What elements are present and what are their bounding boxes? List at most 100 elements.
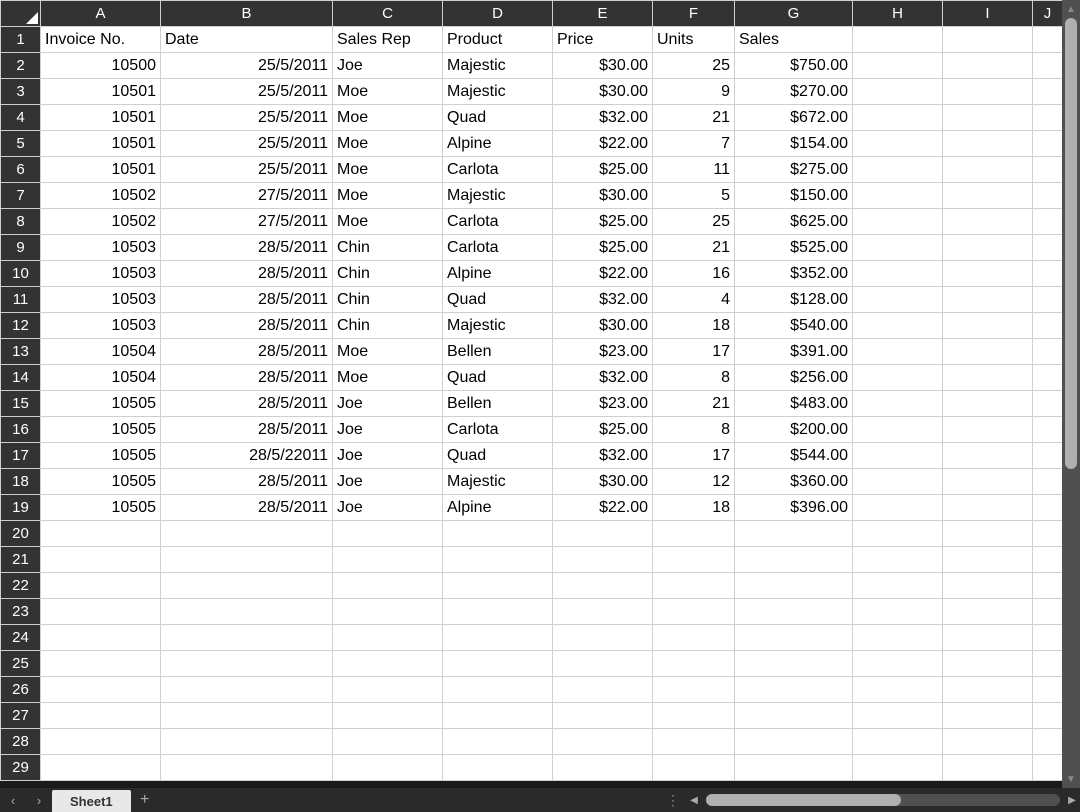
cell-A27[interactable] (41, 703, 161, 729)
cell-B1[interactable]: Date (161, 27, 333, 53)
cell-F21[interactable] (653, 547, 735, 573)
cell-F14[interactable]: 8 (653, 365, 735, 391)
cell-A1[interactable]: Invoice No. (41, 27, 161, 53)
row-header-2[interactable]: 2 (1, 53, 41, 79)
cell-A20[interactable] (41, 521, 161, 547)
vertical-scrollbar[interactable]: ▲ ▼ (1062, 0, 1080, 788)
cell-E6[interactable]: $25.00 (553, 157, 653, 183)
cell-C6[interactable]: Moe (333, 157, 443, 183)
cell-B2[interactable]: 25/5/2011 (161, 53, 333, 79)
cell-H10[interactable] (853, 261, 943, 287)
cell-E2[interactable]: $30.00 (553, 53, 653, 79)
cell-J11[interactable] (1033, 287, 1063, 313)
cell-J10[interactable] (1033, 261, 1063, 287)
cell-F24[interactable] (653, 625, 735, 651)
cell-E1[interactable]: Price (553, 27, 653, 53)
cell-G28[interactable] (735, 729, 853, 755)
cell-G7[interactable]: $150.00 (735, 183, 853, 209)
cell-A6[interactable]: 10501 (41, 157, 161, 183)
column-header-A[interactable]: A (41, 1, 161, 27)
cell-J22[interactable] (1033, 573, 1063, 599)
cell-E8[interactable]: $25.00 (553, 209, 653, 235)
cell-D26[interactable] (443, 677, 553, 703)
row-header-26[interactable]: 26 (1, 677, 41, 703)
cell-H11[interactable] (853, 287, 943, 313)
cell-F27[interactable] (653, 703, 735, 729)
select-all-corner[interactable] (1, 1, 41, 27)
cell-E28[interactable] (553, 729, 653, 755)
cell-D4[interactable]: Quad (443, 105, 553, 131)
scroll-up-button[interactable]: ▲ (1062, 0, 1080, 18)
cell-D12[interactable]: Majestic (443, 313, 553, 339)
row-header-5[interactable]: 5 (1, 131, 41, 157)
row-header-4[interactable]: 4 (1, 105, 41, 131)
cell-F13[interactable]: 17 (653, 339, 735, 365)
cell-J27[interactable] (1033, 703, 1063, 729)
cell-F19[interactable]: 18 (653, 495, 735, 521)
cell-E7[interactable]: $30.00 (553, 183, 653, 209)
cell-J17[interactable] (1033, 443, 1063, 469)
row-header-16[interactable]: 16 (1, 417, 41, 443)
column-header-H[interactable]: H (853, 1, 943, 27)
cell-E11[interactable]: $32.00 (553, 287, 653, 313)
cell-F1[interactable]: Units (653, 27, 735, 53)
cell-D28[interactable] (443, 729, 553, 755)
cell-J18[interactable] (1033, 469, 1063, 495)
cell-E27[interactable] (553, 703, 653, 729)
cell-I7[interactable] (943, 183, 1033, 209)
cell-F5[interactable]: 7 (653, 131, 735, 157)
column-header-C[interactable]: C (333, 1, 443, 27)
cell-F26[interactable] (653, 677, 735, 703)
cell-J12[interactable] (1033, 313, 1063, 339)
cell-F9[interactable]: 21 (653, 235, 735, 261)
row-header-9[interactable]: 9 (1, 235, 41, 261)
cell-H21[interactable] (853, 547, 943, 573)
cell-E16[interactable]: $25.00 (553, 417, 653, 443)
cell-G17[interactable]: $544.00 (735, 443, 853, 469)
cell-G8[interactable]: $625.00 (735, 209, 853, 235)
cell-G27[interactable] (735, 703, 853, 729)
vertical-scroll-track[interactable] (1062, 18, 1080, 770)
cell-E24[interactable] (553, 625, 653, 651)
row-header-13[interactable]: 13 (1, 339, 41, 365)
cell-A19[interactable]: 10505 (41, 495, 161, 521)
cell-C13[interactable]: Moe (333, 339, 443, 365)
column-header-I[interactable]: I (943, 1, 1033, 27)
cell-J5[interactable] (1033, 131, 1063, 157)
cell-G20[interactable] (735, 521, 853, 547)
row-header-3[interactable]: 3 (1, 79, 41, 105)
cell-I28[interactable] (943, 729, 1033, 755)
cell-A16[interactable]: 10505 (41, 417, 161, 443)
cell-E14[interactable]: $32.00 (553, 365, 653, 391)
cell-E5[interactable]: $22.00 (553, 131, 653, 157)
cell-D25[interactable] (443, 651, 553, 677)
cell-G2[interactable]: $750.00 (735, 53, 853, 79)
cell-B8[interactable]: 27/5/2011 (161, 209, 333, 235)
cell-I20[interactable] (943, 521, 1033, 547)
cell-G9[interactable]: $525.00 (735, 235, 853, 261)
cell-D5[interactable]: Alpine (443, 131, 553, 157)
cell-B11[interactable]: 28/5/2011 (161, 287, 333, 313)
cell-C22[interactable] (333, 573, 443, 599)
cell-I22[interactable] (943, 573, 1033, 599)
cell-B7[interactable]: 27/5/2011 (161, 183, 333, 209)
cell-J14[interactable] (1033, 365, 1063, 391)
cell-E10[interactable]: $22.00 (553, 261, 653, 287)
cell-G24[interactable] (735, 625, 853, 651)
cell-J15[interactable] (1033, 391, 1063, 417)
cell-J7[interactable] (1033, 183, 1063, 209)
row-header-17[interactable]: 17 (1, 443, 41, 469)
cell-B10[interactable]: 28/5/2011 (161, 261, 333, 287)
cell-J29[interactable] (1033, 755, 1063, 781)
cell-C26[interactable] (333, 677, 443, 703)
cell-G22[interactable] (735, 573, 853, 599)
cell-A25[interactable] (41, 651, 161, 677)
cell-H20[interactable] (853, 521, 943, 547)
cell-A21[interactable] (41, 547, 161, 573)
row-header-8[interactable]: 8 (1, 209, 41, 235)
cell-B23[interactable] (161, 599, 333, 625)
cell-G5[interactable]: $154.00 (735, 131, 853, 157)
cell-F20[interactable] (653, 521, 735, 547)
cell-A13[interactable]: 10504 (41, 339, 161, 365)
cell-H5[interactable] (853, 131, 943, 157)
